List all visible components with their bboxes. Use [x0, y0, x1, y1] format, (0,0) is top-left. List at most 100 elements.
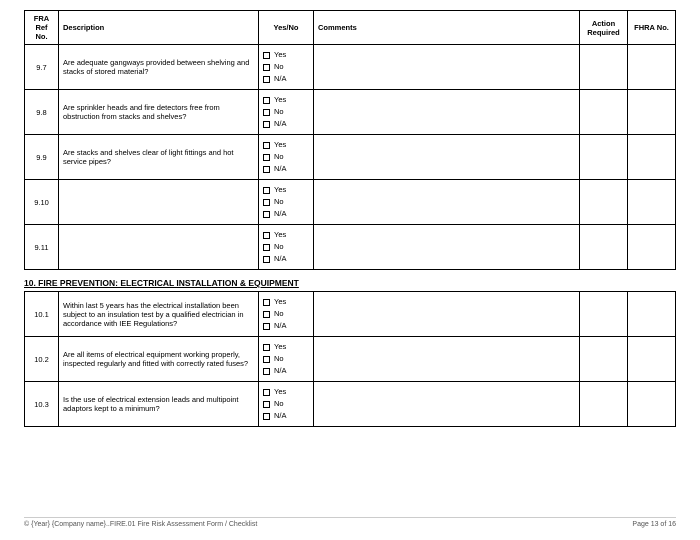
label-no: No [274, 106, 284, 118]
cell-action[interactable] [580, 180, 628, 225]
cell-comments[interactable] [314, 337, 580, 382]
label-na: N/A [274, 163, 287, 175]
label-yes: Yes [274, 94, 286, 106]
cell-fhra[interactable] [628, 90, 676, 135]
label-yes: Yes [274, 229, 286, 241]
label-no: No [274, 61, 284, 73]
cell-desc: Are stacks and shelves clear of light fi… [59, 135, 259, 180]
cell-fhra[interactable] [628, 180, 676, 225]
label-yes: Yes [274, 386, 286, 398]
checkbox-no[interactable] [263, 154, 270, 161]
header-action: Action Required [580, 11, 628, 45]
cell-action[interactable] [580, 225, 628, 270]
checkbox-no[interactable] [263, 109, 270, 116]
label-no: No [274, 398, 284, 410]
table-row: 9.8Are sprinkler heads and fire detector… [25, 90, 676, 135]
yes-no-cell: YesNoN/A [259, 90, 314, 135]
label-no: No [274, 241, 284, 253]
cell-ref: 10.3 [25, 382, 59, 427]
cell-action[interactable] [580, 292, 628, 337]
label-na: N/A [274, 253, 287, 265]
cell-fhra[interactable] [628, 225, 676, 270]
yes-no-cell: YesNoN/A [259, 292, 314, 337]
label-no: No [274, 196, 284, 208]
header-ref: FRA Ref No. [25, 11, 59, 45]
table-row: 10.3Is the use of electrical extension l… [25, 382, 676, 427]
checkbox-no[interactable] [263, 244, 270, 251]
cell-action[interactable] [580, 337, 628, 382]
checkbox-no[interactable] [263, 199, 270, 206]
checkbox-na[interactable] [263, 211, 270, 218]
checkbox-na[interactable] [263, 413, 270, 420]
cell-comments[interactable] [314, 45, 580, 90]
cell-comments[interactable] [314, 292, 580, 337]
checkbox-na[interactable] [263, 166, 270, 173]
yes-no-cell: YesNoN/A [259, 225, 314, 270]
cell-action[interactable] [580, 90, 628, 135]
table-row: 9.9Are stacks and shelves clear of light… [25, 135, 676, 180]
checkbox-no[interactable] [263, 356, 270, 363]
label-na: N/A [274, 410, 287, 422]
checkbox-na[interactable] [263, 121, 270, 128]
cell-ref: 10.2 [25, 337, 59, 382]
checkbox-na[interactable] [263, 368, 270, 375]
checkbox-yes[interactable] [263, 52, 270, 59]
yes-no-cell: YesNoN/A [259, 382, 314, 427]
label-yes: Yes [274, 341, 286, 353]
table-row: 10.2Are all items of electrical equipmen… [25, 337, 676, 382]
checkbox-yes[interactable] [263, 232, 270, 239]
cell-action[interactable] [580, 45, 628, 90]
checkbox-na[interactable] [263, 76, 270, 83]
checkbox-no[interactable] [263, 64, 270, 71]
cell-desc: Are adequate gangways provided between s… [59, 45, 259, 90]
cell-comments[interactable] [314, 90, 580, 135]
checkbox-yes[interactable] [263, 97, 270, 104]
table-row: 9.10YesNoN/A [25, 180, 676, 225]
cell-ref: 9.8 [25, 90, 59, 135]
checkbox-yes[interactable] [263, 299, 270, 306]
cell-action[interactable] [580, 135, 628, 180]
cell-fhra[interactable] [628, 337, 676, 382]
checkbox-yes[interactable] [263, 344, 270, 351]
cell-fhra[interactable] [628, 135, 676, 180]
label-na: N/A [274, 118, 287, 130]
cell-ref: 9.9 [25, 135, 59, 180]
checkbox-yes[interactable] [263, 187, 270, 194]
label-yes: Yes [274, 296, 286, 308]
cell-comments[interactable] [314, 135, 580, 180]
section-heading-10: 10. FIRE PREVENTION: ELECTRICAL INSTALLA… [24, 278, 676, 288]
checkbox-na[interactable] [263, 256, 270, 263]
header-comments: Comments [314, 11, 580, 45]
checkbox-na[interactable] [263, 323, 270, 330]
cell-desc [59, 180, 259, 225]
header-yn: Yes/No [259, 11, 314, 45]
header-fhra: FHRA No. [628, 11, 676, 45]
cell-ref: 10.1 [25, 292, 59, 337]
cell-fhra[interactable] [628, 45, 676, 90]
label-na: N/A [274, 73, 287, 85]
label-no: No [274, 151, 284, 163]
table-row: 10.1Within last 5 years has the electric… [25, 292, 676, 337]
label-no: No [274, 353, 284, 365]
checkbox-yes[interactable] [263, 142, 270, 149]
cell-comments[interactable] [314, 180, 580, 225]
cell-fhra[interactable] [628, 382, 676, 427]
cell-fhra[interactable] [628, 292, 676, 337]
label-yes: Yes [274, 49, 286, 61]
cell-action[interactable] [580, 382, 628, 427]
checklist-table-1: FRA Ref No. Description Yes/No Comments … [24, 10, 676, 270]
yes-no-cell: YesNoN/A [259, 45, 314, 90]
table-row: 9.11 YesNoN/A [25, 225, 676, 270]
cell-comments[interactable] [314, 225, 580, 270]
header-desc: Description [59, 11, 259, 45]
checkbox-yes[interactable] [263, 389, 270, 396]
table-row: 9.7Are adequate gangways provided betwee… [25, 45, 676, 90]
checkbox-no[interactable] [263, 401, 270, 408]
label-no: No [274, 308, 284, 320]
checkbox-no[interactable] [263, 311, 270, 318]
footer-right: Page 13 of 16 [632, 521, 676, 528]
cell-desc: Within last 5 years has the electrical i… [59, 292, 259, 337]
cell-ref: 9.11 [25, 225, 59, 270]
table-header-row: FRA Ref No. Description Yes/No Comments … [25, 11, 676, 45]
cell-comments[interactable] [314, 382, 580, 427]
